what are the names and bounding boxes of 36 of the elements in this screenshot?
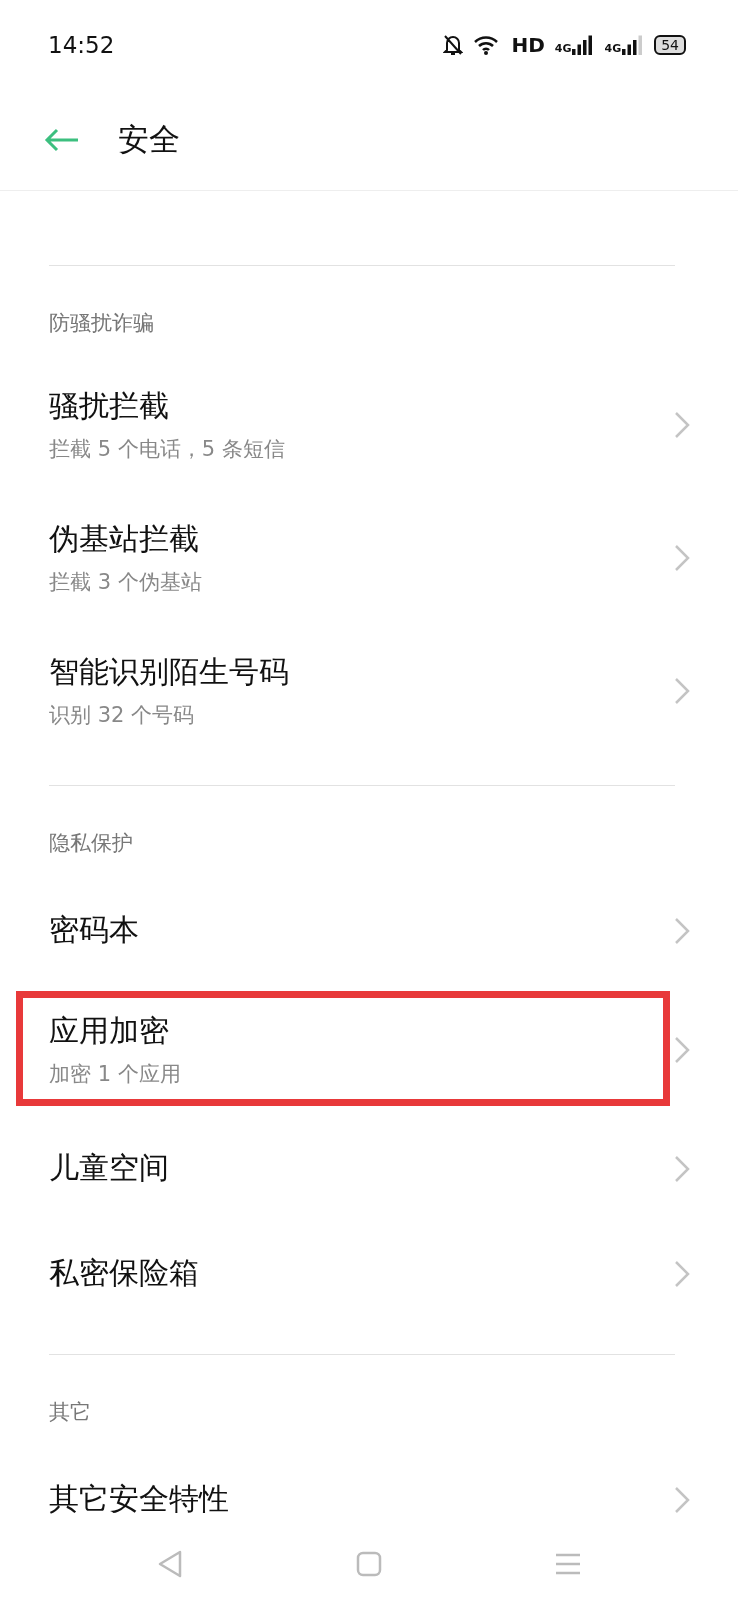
item-title[interactable]: 其它安全特性: [49, 1479, 674, 1520]
section-label: 其它: [48, 1399, 92, 1426]
item-subtitle: 拦截 5 个电话，5 条短信: [49, 436, 286, 463]
item-subtitle: 识别 32 个号码: [49, 702, 196, 729]
chevron-icon: [674, 1485, 690, 1514]
network-label: HD: [511, 33, 545, 57]
chevron-icon: [674, 410, 690, 439]
chevron-icon: [674, 1259, 690, 1288]
signal-icon: [572, 35, 595, 55]
back-triangle-icon[interactable]: [156, 1549, 183, 1579]
home-square-icon[interactable]: [356, 1551, 382, 1577]
item-subtitle: 加密 1 个应用: [49, 1061, 182, 1088]
item-title[interactable]: 伪基站拦截: [49, 519, 674, 560]
network-label: 4G: [604, 42, 622, 55]
chevron-icon: [674, 1035, 690, 1064]
section-label: 隐私保护: [48, 830, 134, 857]
menu-icon[interactable]: [555, 1553, 582, 1575]
network-label: 4G: [554, 42, 572, 55]
item-title[interactable]: 儿童空间: [49, 1148, 674, 1189]
section-label: 防骚扰诈骗: [48, 310, 155, 337]
chevron-icon: [674, 676, 690, 705]
item-subtitle: 拦截 3 个伪基站: [49, 569, 203, 596]
battery-icon: 54: [654, 35, 686, 55]
chevron-icon: [674, 916, 690, 945]
item-title[interactable]: 智能识别陌生号码: [49, 652, 674, 693]
item-title[interactable]: 应用加密: [49, 1011, 674, 1052]
chevron-icon: [674, 543, 690, 572]
signal-icon: [622, 35, 645, 55]
status-time: 14:52: [48, 32, 115, 58]
muted-bell-icon: [443, 34, 464, 56]
item-title[interactable]: 密码本: [49, 910, 674, 951]
page-title: 安全: [118, 120, 180, 159]
back-icon[interactable]: [44, 128, 80, 152]
item-title[interactable]: 骚扰拦截: [49, 386, 674, 427]
item-title[interactable]: 私密保险箱: [49, 1253, 674, 1294]
chevron-icon: [674, 1154, 690, 1183]
